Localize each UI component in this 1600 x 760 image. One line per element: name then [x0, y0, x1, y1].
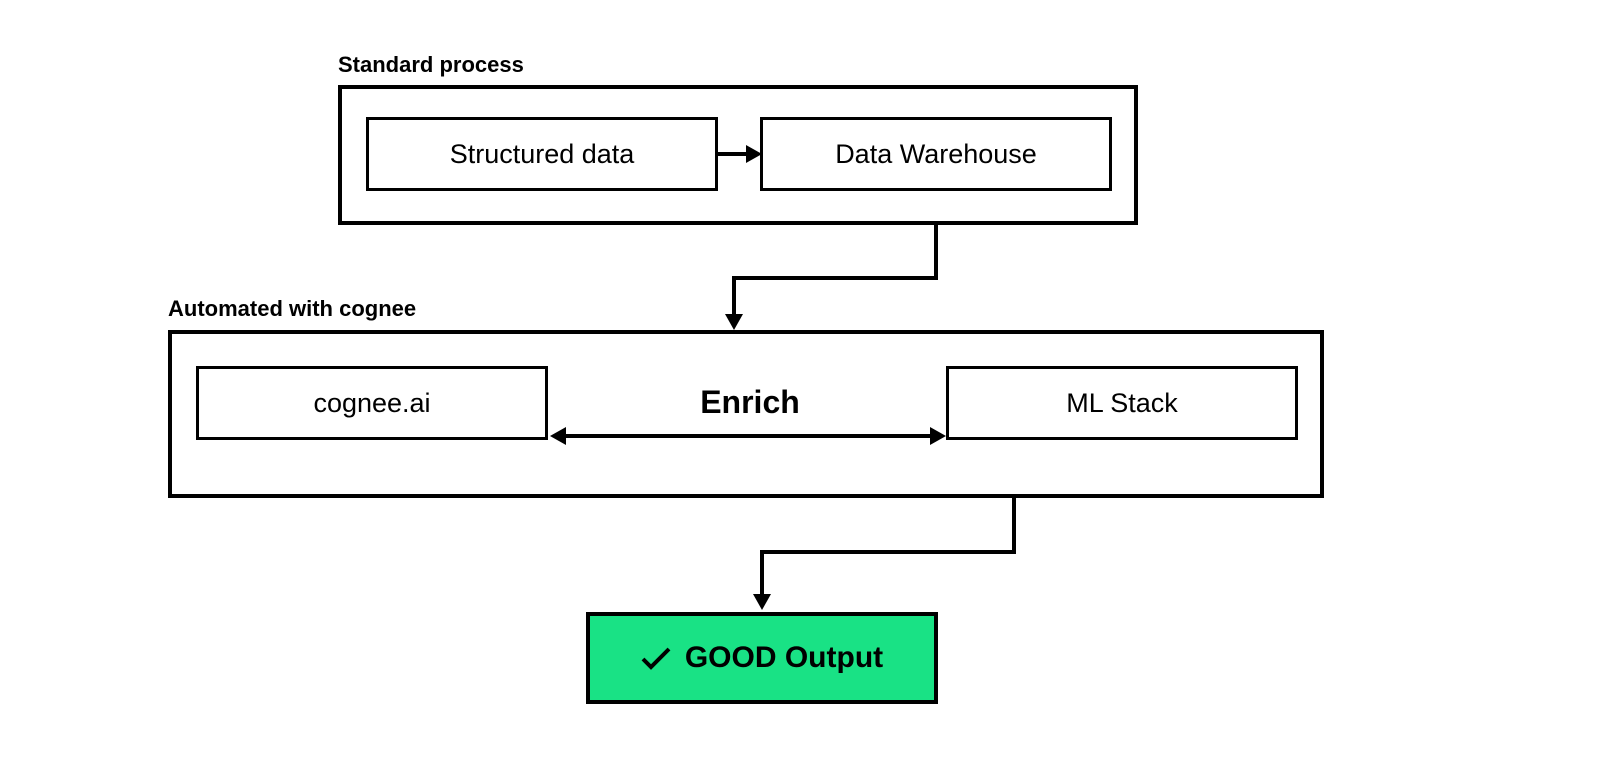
good-output-label: GOOD Output	[685, 641, 883, 675]
structured-data-box: Structured data	[366, 117, 718, 191]
check-icon	[641, 646, 671, 670]
cognee-ai-box: cognee.ai	[196, 366, 548, 440]
section-standard-process-label: Standard process	[338, 52, 524, 78]
data-warehouse-box: Data Warehouse	[760, 117, 1112, 191]
enrich-label: Enrich	[690, 384, 810, 421]
good-output-box: GOOD Output	[586, 612, 938, 704]
arrow-bidirectional-icon	[548, 436, 948, 437]
ml-stack-box: ML Stack	[946, 366, 1298, 440]
section-automated-cognee-label: Automated with cognee	[168, 296, 416, 322]
arrow-right-icon	[718, 154, 758, 155]
